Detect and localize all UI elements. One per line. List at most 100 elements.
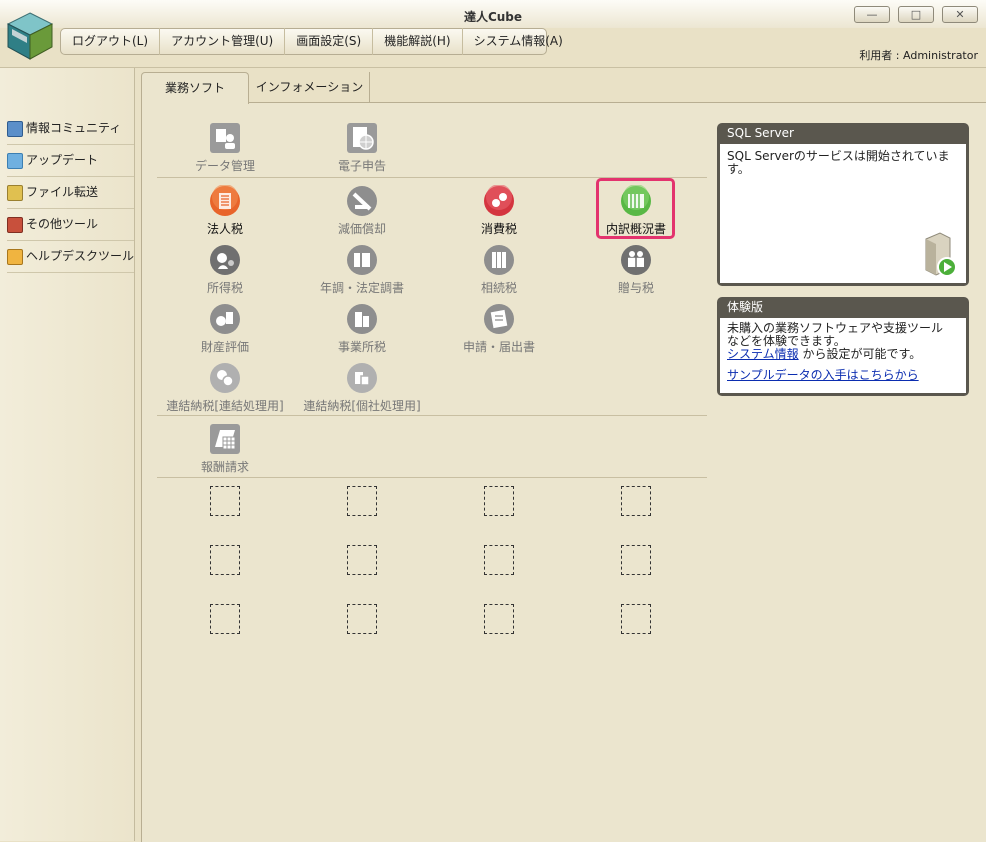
app-label: 法人税: [206, 222, 243, 236]
tab-information[interactable]: インフォメーション: [250, 72, 370, 103]
app-label: 贈与税: [617, 281, 654, 295]
trial-text-line3: から設定が可能です。: [798, 347, 922, 361]
empty-app-slot[interactable]: [484, 604, 514, 634]
sidebar-item-label: ヘルプデスクツール: [26, 249, 135, 263]
consolidated-tax-group-icon: [210, 363, 240, 393]
app-consolidated-tax-individual[interactable]: 連結納税[個社処理用]: [292, 362, 432, 414]
tools-icon: [7, 216, 23, 233]
empty-app-slot[interactable]: [210, 486, 240, 516]
app-fee-billing[interactable]: 報酬請求: [155, 423, 295, 475]
trial-version-panel: 体験版 未購入の業務ソフトウェアや支援ツール などを体験できます。 システム情報…: [717, 297, 969, 396]
app-business-office-tax[interactable]: 事業所税: [292, 303, 432, 355]
inheritance-tax-icon: [484, 245, 514, 275]
app-e-filing[interactable]: 電子申告: [292, 122, 432, 174]
e-filing-icon: [347, 123, 377, 153]
app-label: 相続税: [480, 281, 517, 295]
menu-bar: ログアウト(L) アカウント管理(U) 画面設定(S) 機能解説(H) システム…: [60, 28, 563, 55]
menu-account-management[interactable]: アカウント管理(U): [160, 28, 286, 55]
sidebar: 情報コミュニティ アップデート ファイル転送 その他ツール ヘルプデスクツール: [0, 68, 135, 841]
app-year-end-adjustment[interactable]: 年調・法定調書: [292, 244, 432, 296]
menu-screen-settings[interactable]: 画面設定(S): [285, 28, 374, 55]
app-depreciation[interactable]: 減価償却: [292, 185, 432, 237]
sql-server-panel-body: SQL Serverのサービスは開始されています。: [720, 144, 966, 283]
empty-app-slot[interactable]: [621, 486, 651, 516]
consumption-tax-icon: [484, 185, 514, 216]
current-user-label: 利用者 : Administrator: [859, 49, 978, 62]
empty-app-slot[interactable]: [484, 545, 514, 575]
app-label: 減価償却: [337, 222, 386, 236]
app-label: 所得税: [206, 281, 243, 295]
menu-logout[interactable]: ログアウト(L): [61, 28, 161, 55]
app-consolidated-tax-group[interactable]: 連結納税[連結処理用]: [155, 362, 295, 414]
empty-app-slot[interactable]: [621, 545, 651, 575]
section-divider: [157, 415, 707, 416]
file-transfer-icon: [7, 184, 23, 201]
app-label: 申請・届出書: [462, 340, 535, 354]
system-info-link[interactable]: システム情報: [727, 347, 799, 361]
business-office-tax-icon: [347, 304, 377, 334]
community-icon: [7, 120, 23, 137]
app-data-management[interactable]: データ管理: [155, 122, 295, 174]
app-label: 年調・法定調書: [319, 281, 404, 295]
consolidated-tax-individual-icon: [347, 363, 377, 393]
app-application-forms[interactable]: 申請・届出書: [429, 303, 569, 355]
app-label: 連結納税[個社処理用]: [303, 399, 421, 413]
empty-app-slot[interactable]: [347, 486, 377, 516]
sql-server-status: SQL Serverのサービスは開始されています。: [727, 149, 950, 176]
sidebar-item-community[interactable]: 情報コミュニティ: [7, 112, 134, 145]
empty-app-slot[interactable]: [210, 545, 240, 575]
title-bar: 達人Cube — □ ✕: [0, 0, 986, 28]
income-tax-icon: [210, 245, 240, 275]
sidebar-item-helpdesk[interactable]: ヘルプデスクツール: [7, 240, 134, 273]
fee-billing-icon: [210, 424, 240, 454]
app-income-tax[interactable]: 所得税: [155, 244, 295, 296]
sidebar-item-file-transfer[interactable]: ファイル転送: [7, 176, 134, 209]
menu-system-info[interactable]: システム情報(A): [463, 28, 574, 55]
sidebar-item-label: アップデート: [26, 153, 99, 167]
sql-server-panel-title: SQL Server: [727, 126, 794, 140]
trial-version-panel-title: 体験版: [727, 300, 764, 314]
app-corporate-tax[interactable]: 法人税: [155, 185, 295, 237]
minimize-button[interactable]: —: [854, 6, 890, 23]
maximize-button[interactable]: □: [898, 6, 934, 23]
app-inheritance-tax[interactable]: 相続税: [429, 244, 569, 296]
corporate-tax-icon: [210, 185, 240, 216]
server-running-icon: [925, 232, 957, 277]
empty-app-slot[interactable]: [347, 545, 377, 575]
close-button[interactable]: ✕: [942, 6, 978, 23]
sidebar-item-label: ファイル転送: [26, 185, 99, 199]
app-label: 報酬請求: [200, 460, 249, 474]
sql-server-panel: SQL Server SQL Serverのサービスは開始されています。: [717, 123, 969, 286]
app-label: 連結納税[連結処理用]: [166, 399, 284, 413]
app-logo-icon: [6, 12, 54, 60]
menu-function-help[interactable]: 機能解説(H): [373, 28, 463, 55]
sidebar-item-update[interactable]: アップデート: [7, 144, 134, 177]
window-title: 達人Cube: [463, 10, 523, 24]
app-gift-tax[interactable]: 贈与税: [566, 244, 706, 296]
empty-app-slot[interactable]: [347, 604, 377, 634]
section-divider: [157, 477, 707, 478]
app-label: 事業所税: [337, 340, 386, 354]
app-label: 消費税: [480, 222, 517, 236]
app-label: データ管理: [194, 159, 255, 173]
tab-business-software[interactable]: 業務ソフト: [141, 72, 249, 104]
close-icon: ✕: [955, 8, 965, 21]
helpdesk-icon: [7, 248, 23, 265]
minimize-icon: —: [866, 8, 878, 21]
maximize-icon: □: [910, 8, 922, 21]
app-consumption-tax[interactable]: 消費税: [429, 185, 569, 237]
app-property-valuation[interactable]: 財産評価: [155, 303, 295, 355]
sidebar-item-label: 情報コミュニティ: [26, 121, 122, 135]
depreciation-icon: [347, 186, 377, 216]
sidebar-item-tools[interactable]: その他ツール: [7, 208, 134, 241]
app-label: 財産評価: [200, 340, 249, 354]
selected-app-highlight: [596, 178, 675, 239]
empty-app-slot[interactable]: [210, 604, 240, 634]
property-valuation-icon: [210, 304, 240, 334]
sidebar-item-label: その他ツール: [26, 217, 99, 231]
trial-text-line3-row: システム情報 から設定が可能です。: [727, 348, 959, 361]
sample-data-link[interactable]: サンプルデータの入手はこちらから: [727, 369, 959, 382]
empty-app-slot[interactable]: [621, 604, 651, 634]
empty-app-slot[interactable]: [484, 486, 514, 516]
trial-version-panel-body: 未購入の業務ソフトウェアや支援ツール などを体験できます。 システム情報 から設…: [720, 318, 966, 393]
